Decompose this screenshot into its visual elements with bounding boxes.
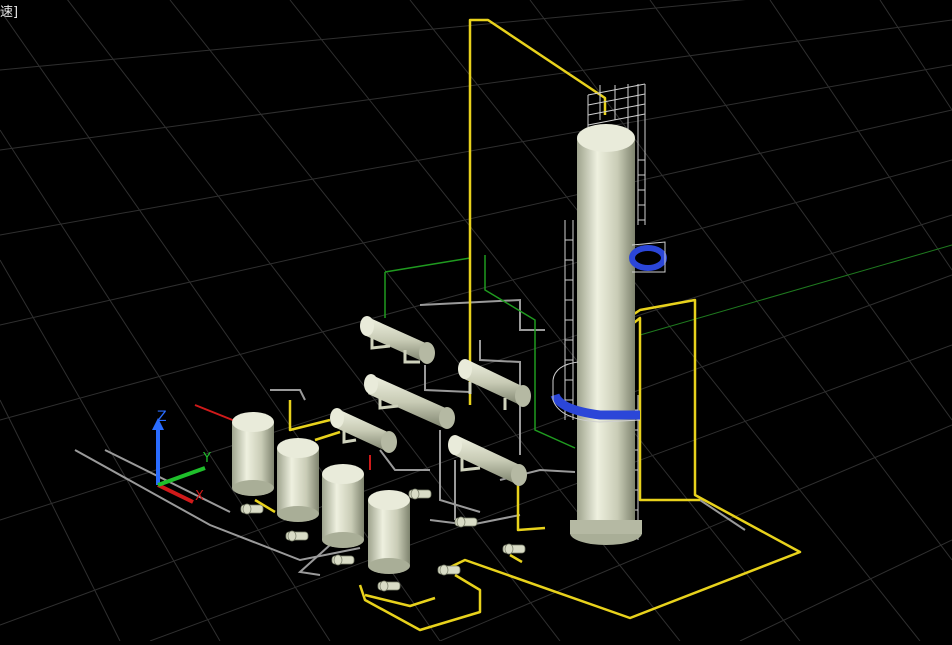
pump-2[interactable] bbox=[285, 530, 309, 542]
vertical-drum-3[interactable] bbox=[322, 464, 364, 548]
vertical-drum-4[interactable] bbox=[368, 490, 410, 574]
plant-3d-scene[interactable]: Z X Y bbox=[0, 0, 952, 642]
pump-5[interactable] bbox=[408, 488, 432, 500]
pump-8[interactable] bbox=[437, 564, 461, 576]
model-viewport[interactable]: Z X Y 速] bbox=[0, 0, 952, 642]
ucs-x-label: X bbox=[195, 489, 204, 504]
exchanger-2[interactable] bbox=[364, 374, 455, 429]
distillation-column[interactable] bbox=[570, 124, 642, 545]
pump-7[interactable] bbox=[502, 543, 526, 555]
exchanger-1[interactable] bbox=[360, 316, 435, 364]
vertical-drum-1[interactable] bbox=[232, 412, 274, 496]
ucs-z-label: Z bbox=[157, 409, 167, 425]
ground-grid bbox=[0, 0, 952, 642]
ucs-y-guide-line bbox=[639, 244, 952, 336]
pump-3[interactable] bbox=[331, 554, 355, 566]
ucs-icon: Z X Y bbox=[152, 409, 211, 504]
ucs-y-label: Y bbox=[202, 451, 211, 466]
viewport-visual-style-label[interactable]: 速] bbox=[0, 1, 18, 20]
vertical-drum-2[interactable] bbox=[277, 438, 319, 522]
exchanger-5[interactable] bbox=[448, 435, 527, 486]
pump-4[interactable] bbox=[377, 580, 401, 592]
ucs-y-axis bbox=[157, 466, 206, 487]
pump-6[interactable] bbox=[454, 516, 478, 528]
pump-1[interactable] bbox=[240, 503, 264, 515]
exchanger-4[interactable] bbox=[330, 408, 397, 453]
